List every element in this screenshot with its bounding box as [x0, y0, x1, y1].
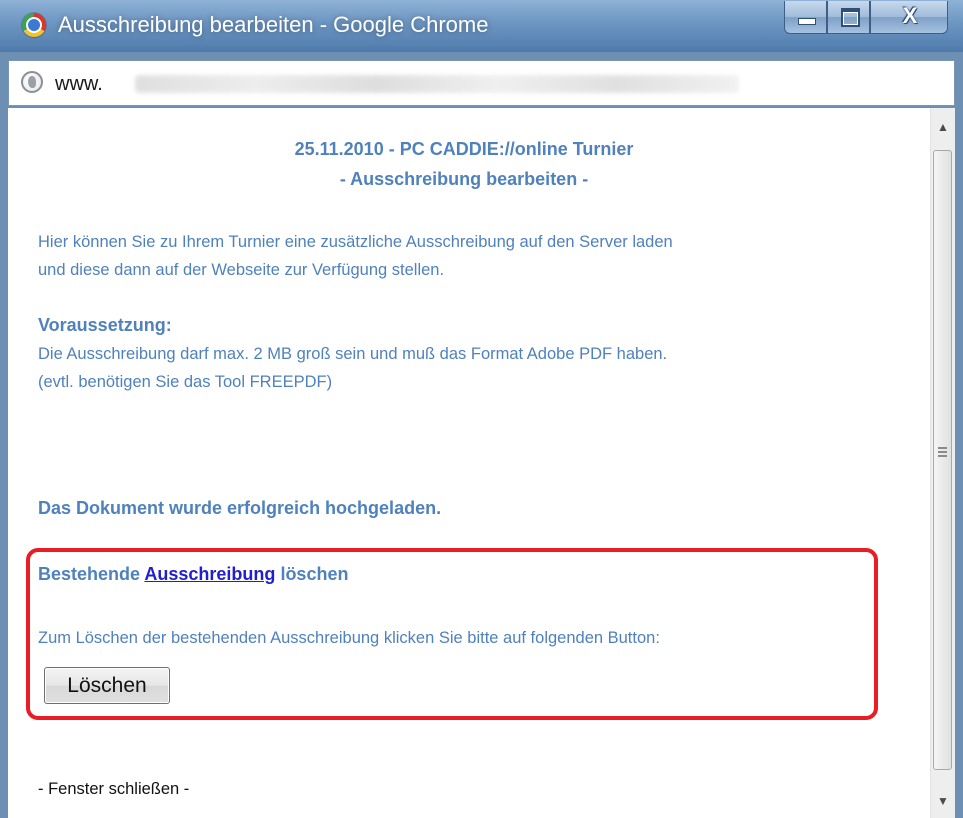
vertical-scrollbar[interactable]: ▲ ▼ — [930, 108, 955, 818]
ausschreibung-link[interactable]: Ausschreibung — [144, 564, 275, 584]
url-text: www. — [55, 73, 103, 95]
intro-text-line-1: Hier können Sie zu Ihrem Turnier eine zu… — [38, 233, 673, 251]
page-title: 25.11.2010 - PC CADDIE://online Turnier — [294, 139, 634, 159]
url-redacted — [135, 75, 739, 93]
intro-text-line-2: und diese dann auf der Webseite zur Verf… — [38, 261, 445, 279]
requirement-text-line-1: Die Ausschreibung darf max. 2 MB groß se… — [38, 345, 668, 363]
delete-button[interactable]: Löschen — [44, 667, 170, 704]
upload-success-message: Das Dokument wurde erfolgreich hochgelad… — [38, 498, 442, 518]
close-window-link[interactable]: - Fenster schließen - — [38, 780, 189, 799]
window-title: Ausschreibung bearbeiten - Google Chrome — [58, 12, 489, 37]
maximize-icon — [841, 8, 860, 27]
close-button[interactable]: X — [870, 1, 948, 34]
delete-instruction: Zum Löschen der bestehenden Ausschreibun… — [38, 629, 660, 647]
address-bar[interactable]: www. — [8, 60, 955, 106]
requirement-title: Voraussetzung: — [38, 315, 172, 335]
window-frame-right — [955, 52, 963, 818]
page-subtitle: - Ausschreibung bearbeiten - — [339, 169, 589, 189]
title-bar[interactable]: Ausschreibung bearbeiten - Google Chrome… — [0, 0, 963, 52]
requirement-text-line-2: (evtl. benötigen Sie das Tool FREEPDF) — [38, 373, 333, 391]
delete-section-title: Bestehende Ausschreibung löschen — [38, 564, 348, 585]
close-icon: X — [902, 3, 918, 28]
scroll-up-arrow-icon[interactable]: ▲ — [931, 112, 955, 142]
chrome-icon — [22, 13, 46, 37]
scroll-down-arrow-icon[interactable]: ▼ — [931, 786, 955, 816]
page-content: 25.11.2010 - PC CADDIE://online Turnier … — [8, 108, 930, 818]
scroll-thumb[interactable] — [933, 150, 952, 770]
minimize-icon — [798, 18, 816, 25]
globe-icon — [21, 71, 43, 93]
grip-icon — [938, 447, 947, 457]
minimize-button[interactable] — [784, 1, 827, 34]
browser-window: Ausschreibung bearbeiten - Google Chrome… — [0, 0, 963, 818]
window-frame-left — [0, 52, 8, 818]
maximize-button[interactable] — [827, 1, 870, 34]
delete-title-suffix: löschen — [280, 564, 349, 584]
delete-title-prefix: Bestehende — [38, 564, 141, 584]
